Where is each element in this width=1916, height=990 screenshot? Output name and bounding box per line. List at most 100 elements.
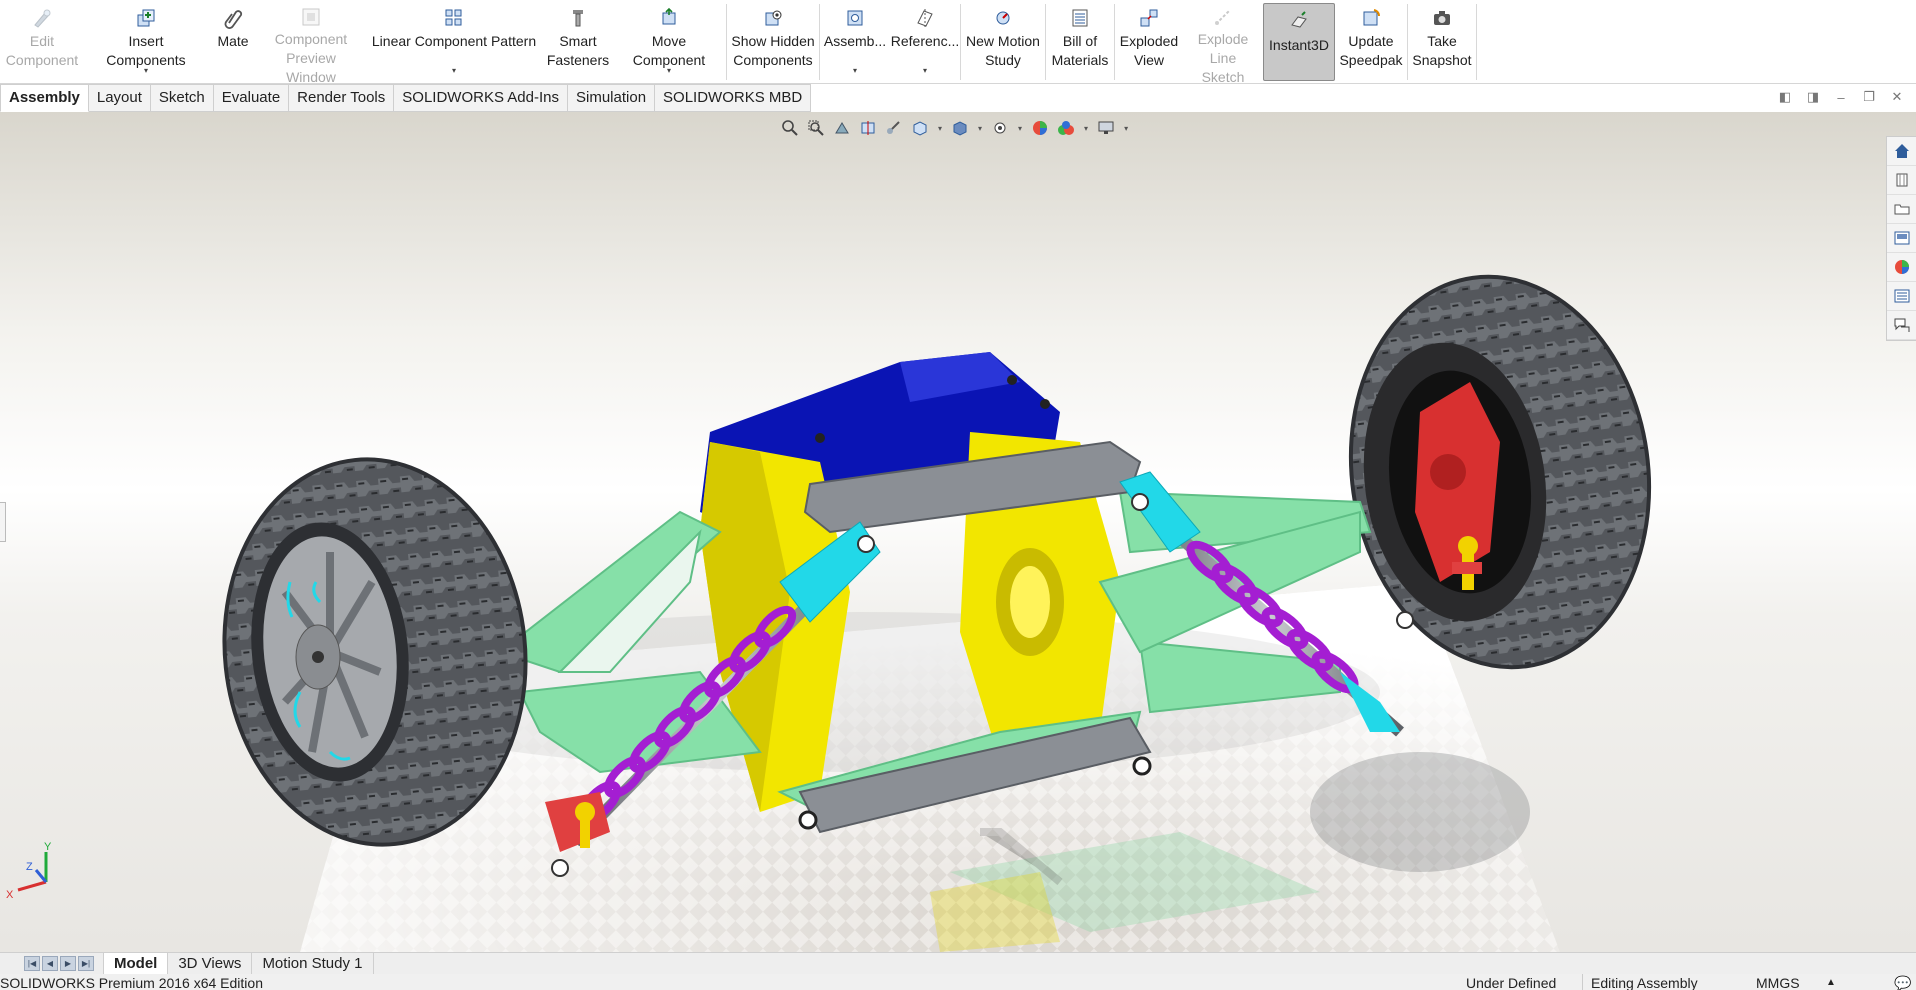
dynamic-annotation-view-icon[interactable] <box>884 118 904 138</box>
close-icon[interactable]: ✕ <box>1890 89 1904 104</box>
tab-layout[interactable]: Layout <box>88 84 151 112</box>
exploded-view-button[interactable]: Exploded View <box>1115 0 1183 84</box>
insert-components-button[interactable]: Insert Components ▾ <box>84 0 208 84</box>
chevron-down-icon[interactable]: ▾ <box>1124 124 1128 133</box>
hide-show-items-icon[interactable] <box>990 118 1010 138</box>
chevron-down-icon[interactable]: ▾ <box>452 61 456 80</box>
tab-model[interactable]: Model <box>103 953 169 974</box>
definition-state-text: Under Defined <box>1466 975 1557 990</box>
motion-study-icon <box>991 6 1015 30</box>
reference-geometry-icon <box>913 6 937 30</box>
chevron-down-icon[interactable]: ▾ <box>853 61 857 80</box>
ribbon-separator <box>1476 4 1477 80</box>
first-tab-icon[interactable]: |◀ <box>24 956 40 971</box>
view-palette-icon[interactable] <box>1887 224 1916 253</box>
apply-scene-icon[interactable] <box>1056 118 1076 138</box>
command-manager-tabs: Assembly Layout Sketch Evaluate Render T… <box>0 84 812 112</box>
show-hidden-components-button[interactable]: Show Hidden Components <box>727 0 819 84</box>
tab-simulation[interactable]: Simulation <box>568 84 656 112</box>
appearances-scenes-icon[interactable] <box>1887 253 1916 282</box>
tab-render-tools[interactable]: Render Tools <box>289 84 395 112</box>
update-speedpak-icon <box>1359 6 1383 30</box>
edit-component-button[interactable]: Edit Component <box>0 0 84 84</box>
chat-bubble-icon[interactable]: 💬 <box>1894 974 1911 990</box>
graphics-area[interactable]: ▾ ▾ ▾ ▾ ▾ Y Z X <box>0 112 1916 952</box>
minimize-icon[interactable]: – <box>1834 90 1848 105</box>
new-motion-study-button[interactable]: New Motion Study <box>961 0 1045 84</box>
new-motion-study-label: New Motion Study <box>966 33 1040 68</box>
tab-3d-views[interactable]: 3D Views <box>167 953 253 974</box>
model-view-tabs: |◀ ◀ ▶ ▶| Model 3D Views Motion Study 1 <box>0 952 1916 974</box>
view-settings-icon[interactable] <box>1096 118 1116 138</box>
chevron-down-icon[interactable]: ▾ <box>1084 124 1088 133</box>
task-pane-tabs <box>1886 136 1916 341</box>
smart-fasteners-button[interactable]: Smart Fasteners <box>544 0 612 84</box>
restore-icon[interactable]: ❐ <box>1862 89 1876 104</box>
section-view-icon[interactable] <box>858 118 878 138</box>
instant3d-button[interactable]: Instant3D <box>1263 3 1335 81</box>
chevron-down-icon[interactable]: ▾ <box>923 61 927 80</box>
command-manager-ribbon: Edit Component Insert Components ▾ Mate … <box>0 0 1916 85</box>
previous-view-icon[interactable] <box>832 118 852 138</box>
chevron-down-icon[interactable]: ▾ <box>1018 124 1022 133</box>
tab-scroll-buttons: |◀ ◀ ▶ ▶| <box>0 953 104 974</box>
display-style-icon[interactable] <box>950 118 970 138</box>
exploded-view-label: Exploded View <box>1119 33 1179 68</box>
component-preview-label: Component Preview Window <box>274 31 348 85</box>
chevron-down-icon[interactable]: ▾ <box>144 61 148 80</box>
mate-button[interactable]: Mate <box>208 0 258 84</box>
linear-component-pattern-button[interactable]: Linear Component Pattern ▾ <box>364 0 544 84</box>
chevron-down-icon[interactable]: ▾ <box>667 61 671 80</box>
edit-appearance-icon[interactable] <box>1030 118 1050 138</box>
tab-solidworks-mbd[interactable]: SOLIDWORKS MBD <box>655 84 812 112</box>
instant3d-label: Instant3D <box>1269 37 1329 53</box>
design-library-icon[interactable] <box>1887 166 1916 195</box>
solidworks-resources-home-icon[interactable] <box>1887 137 1916 166</box>
explode-line-sketch-icon <box>1211 6 1235 28</box>
forum-icon[interactable] <box>1887 311 1916 340</box>
linear-pattern-icon <box>442 6 466 30</box>
document-window-controls: ◧ ◨ – ❐ ✕ <box>1778 89 1904 105</box>
last-tab-icon[interactable]: ▶| <box>78 956 94 971</box>
assembly-features-icon <box>843 6 867 30</box>
component-preview-window-button[interactable]: Component Preview Window <box>258 0 364 85</box>
assembly-features-label: Assemb... <box>823 33 887 49</box>
tab-assembly[interactable]: Assembly <box>0 84 89 112</box>
suspension-assembly-model[interactable] <box>0 112 1916 952</box>
move-component-button[interactable]: Move Component ▾ <box>612 0 726 84</box>
insert-components-icon <box>134 6 158 30</box>
file-explorer-icon[interactable] <box>1887 195 1916 224</box>
feature-manager-collapse-handle[interactable] <box>0 502 6 542</box>
tab-solidworks-add-ins[interactable]: SOLIDWORKS Add-Ins <box>394 84 568 112</box>
assembly-features-button[interactable]: Assemb... ▾ <box>820 0 890 84</box>
take-snapshot-button[interactable]: Take Snapshot <box>1408 0 1476 84</box>
explode-line-sketch-button[interactable]: Explode Line Sketch <box>1183 0 1263 85</box>
editing-mode-text: Editing Assembly <box>1582 974 1698 990</box>
tab-evaluate[interactable]: Evaluate <box>213 84 290 112</box>
unit-system-caret-icon[interactable]: ▲ <box>1826 974 1836 990</box>
zoom-to-fit-icon[interactable] <box>780 118 800 138</box>
tile-left-icon[interactable]: ◧ <box>1778 89 1792 104</box>
update-speedpak-button[interactable]: Update Speedpak <box>1335 0 1407 84</box>
smart-fasteners-label: Smart Fasteners <box>546 33 610 68</box>
custom-properties-icon[interactable] <box>1887 282 1916 311</box>
show-hidden-label: Show Hidden Components <box>731 33 815 68</box>
next-tab-icon[interactable]: ▶ <box>60 956 76 971</box>
reference-geometry-button[interactable]: Referenc... ▾ <box>890 0 960 84</box>
unit-system-selector[interactable]: MMGS <box>1756 974 1800 990</box>
previous-tab-icon[interactable]: ◀ <box>42 956 58 971</box>
show-hidden-icon <box>761 6 785 30</box>
zoom-to-area-icon[interactable] <box>806 118 826 138</box>
tab-motion-study-1[interactable]: Motion Study 1 <box>251 953 374 974</box>
view-orientation-icon[interactable] <box>910 118 930 138</box>
bill-of-materials-button[interactable]: Bill of Materials <box>1046 0 1114 84</box>
mate-paperclip-icon <box>221 6 245 30</box>
tab-sketch[interactable]: Sketch <box>150 84 214 112</box>
edit-component-label: Edit Component <box>5 33 79 68</box>
triad-x-label: X <box>6 889 14 900</box>
tile-right-icon[interactable]: ◨ <box>1806 89 1820 104</box>
chevron-down-icon[interactable]: ▾ <box>978 124 982 133</box>
chevron-down-icon[interactable]: ▾ <box>938 124 942 133</box>
explode-line-sketch-label: Explode Line Sketch <box>1197 31 1249 85</box>
mate-label: Mate <box>217 33 249 49</box>
